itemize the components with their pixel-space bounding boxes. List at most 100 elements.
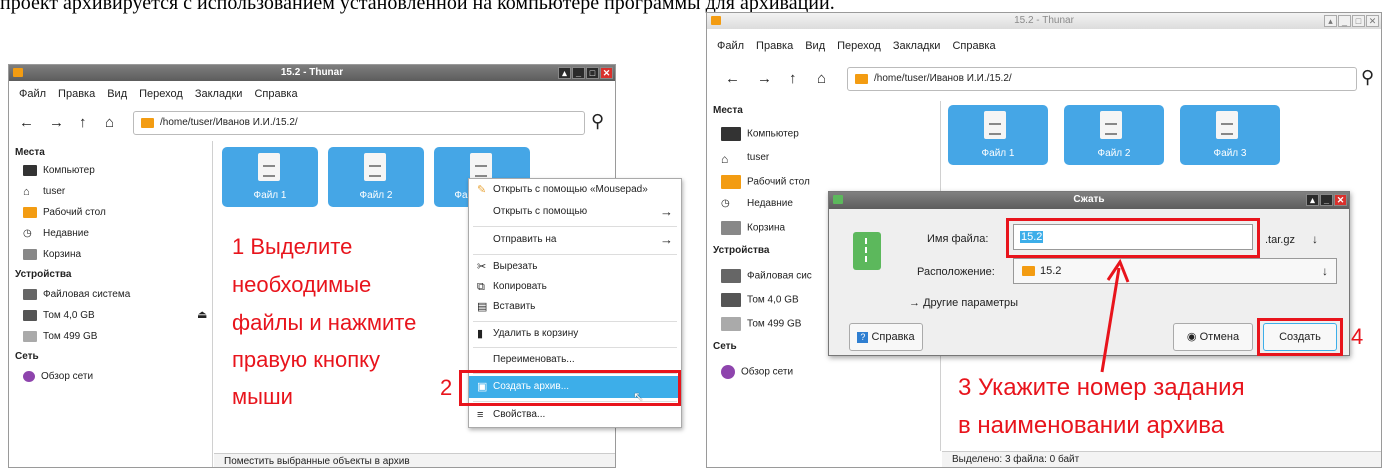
- sidebar-item-network[interactable]: Обзор сети: [23, 371, 93, 382]
- places-heading: Места: [15, 147, 45, 158]
- location-select[interactable]: 15.2 ↓: [1013, 258, 1337, 284]
- step1-line: 1 Выделите: [232, 234, 353, 259]
- sidebar-item-filesystem[interactable]: Файловая система: [23, 289, 130, 300]
- scissors-icon: ✂: [477, 261, 487, 273]
- menu-bookmarks[interactable]: Закладки: [195, 88, 243, 100]
- forward-icon[interactable]: →: [49, 114, 64, 131]
- minimize-button[interactable]: _: [572, 67, 585, 79]
- search-icon[interactable]: ⚲: [1361, 67, 1374, 88]
- menu-item-properties[interactable]: ≡ Свойства...: [469, 404, 681, 426]
- window-title: 15.2 - Thunar: [1014, 15, 1074, 26]
- maximize-button[interactable]: □: [586, 67, 599, 79]
- file-item[interactable]: Файл 1: [948, 105, 1048, 165]
- sidebar-item-home[interactable]: ⌂ tuser: [23, 186, 65, 198]
- search-icon[interactable]: ⚲: [591, 111, 604, 132]
- location-bar[interactable]: /home/tuser/Иванов И.И./15.2/: [133, 111, 585, 135]
- menu-view[interactable]: Вид: [107, 88, 127, 100]
- back-icon[interactable]: ←: [725, 70, 740, 87]
- help-icon: ?: [857, 331, 869, 343]
- file-item[interactable]: Файл 3: [1180, 105, 1280, 165]
- close-button[interactable]: ✕: [1334, 194, 1347, 206]
- menu-go[interactable]: Переход: [837, 40, 881, 52]
- minimize-button[interactable]: _: [1338, 15, 1351, 27]
- step1-line: правую кнопку: [232, 347, 380, 372]
- close-button[interactable]: ✕: [600, 67, 613, 79]
- menu-item-rename[interactable]: Переименовать...: [469, 349, 681, 371]
- menu-go[interactable]: Переход: [139, 88, 183, 100]
- close-button[interactable]: ✕: [1366, 15, 1379, 27]
- menu-bookmarks[interactable]: Закладки: [893, 40, 941, 52]
- clock-icon: ◷: [23, 228, 32, 239]
- document-icon: [1216, 111, 1238, 139]
- places-heading: Места: [713, 105, 743, 116]
- menu-item-open-mousepad[interactable]: ✎ Открыть с помощью «Mousepad»: [469, 179, 681, 201]
- sidebar-item-computer[interactable]: Компьютер: [721, 127, 799, 141]
- pencil-icon: ✎: [477, 184, 487, 196]
- menu-edit[interactable]: Правка: [756, 40, 793, 52]
- sidebar-item-desktop[interactable]: Рабочий стол: [23, 207, 106, 218]
- menu-item-copy[interactable]: ⧉ Копировать: [469, 276, 681, 298]
- status-bar: Выделено: 3 файла: 0 байт: [942, 451, 1381, 467]
- nav-bar: ← → ↑ ⌂ /home/tuser/Иванов И.И./15.2/ ⚲: [707, 65, 1381, 93]
- up-arrow-icon[interactable]: ↑: [79, 114, 87, 131]
- dialog-title: Сжать: [1073, 194, 1105, 205]
- nav-bar: ← → ↑ ⌂ /home/tuser/Иванов И.И./15.2/ ⚲: [9, 109, 615, 137]
- sidebar-item-trash[interactable]: Корзина: [721, 221, 785, 235]
- menu-item-trash[interactable]: ▮ Удалить в корзину: [469, 323, 681, 345]
- filename-label: Имя файла:: [927, 233, 989, 245]
- sidebar-item-volume-499gb[interactable]: Том 499 GB: [721, 317, 801, 331]
- more-options-expander[interactable]: → Другие параметры: [909, 297, 1018, 309]
- forward-icon[interactable]: →: [757, 70, 772, 87]
- sidebar-item-computer[interactable]: Компьютер: [23, 165, 95, 176]
- drive-icon: [23, 289, 37, 300]
- help-button[interactable]: ? Справка: [849, 323, 923, 351]
- up-icon[interactable]: ▴: [1324, 15, 1337, 27]
- cancel-button[interactable]: ◉ Отмена: [1173, 323, 1253, 351]
- menu-view[interactable]: Вид: [805, 40, 825, 52]
- menu-file[interactable]: Файл: [19, 88, 46, 100]
- menu-item-paste[interactable]: ▤ Вставить: [469, 296, 681, 318]
- home-icon[interactable]: ⌂: [105, 114, 114, 131]
- step1-line: необходимые: [232, 272, 372, 297]
- document-icon: [258, 153, 280, 181]
- menu-item-open-with[interactable]: Открыть с помощью →: [469, 201, 681, 223]
- up-icon[interactable]: ▴: [1306, 194, 1319, 206]
- highlight-box-filename: [1006, 218, 1260, 258]
- drive-icon: [721, 293, 741, 307]
- folder-icon: [855, 74, 868, 84]
- document-icon: [470, 153, 492, 181]
- menu-file[interactable]: Файл: [717, 40, 744, 52]
- step3-line: 3 Укажите номер задания: [958, 374, 1245, 401]
- sidebar-item-desktop[interactable]: Рабочий стол: [721, 175, 810, 189]
- devices-heading: Устройства: [713, 245, 770, 256]
- sidebar-item-volume-4gb[interactable]: Том 4,0 GB: [23, 310, 95, 321]
- sidebar-item-trash[interactable]: Корзина: [23, 249, 81, 260]
- sidebar-item-filesystem[interactable]: Файловая сис: [721, 269, 812, 283]
- menu-help[interactable]: Справка: [952, 40, 995, 52]
- paste-icon: ▤: [477, 301, 488, 313]
- file-item[interactable]: Файл 2: [1064, 105, 1164, 165]
- sidebar-item-home[interactable]: ⌂ tuser: [721, 152, 769, 166]
- maximize-button[interactable]: □: [1352, 15, 1365, 27]
- menu-item-send-to[interactable]: Отправить на →: [469, 229, 681, 251]
- back-icon[interactable]: ←: [19, 114, 34, 131]
- menu-edit[interactable]: Правка: [58, 88, 95, 100]
- extension-select[interactable]: .tar.gz ↓: [1265, 232, 1318, 246]
- sidebar-item-volume-4gb[interactable]: Том 4,0 GB: [721, 293, 799, 307]
- location-bar[interactable]: /home/tuser/Иванов И.И./15.2/: [847, 67, 1357, 91]
- home-icon[interactable]: ⌂: [817, 70, 826, 87]
- menu-item-cut[interactable]: ✂ Вырезать: [469, 256, 681, 278]
- sidebar-item-volume-499gb[interactable]: Том 499 GB: [23, 331, 97, 342]
- up-icon[interactable]: ▴: [558, 67, 571, 79]
- sidebar-item-network[interactable]: Обзор сети: [721, 365, 793, 379]
- up-arrow-icon[interactable]: ↑: [789, 70, 797, 87]
- menu-help[interactable]: Справка: [254, 88, 297, 100]
- divider: [473, 347, 677, 348]
- step2-label: 2: [440, 375, 453, 400]
- cancel-icon: ◉: [1186, 331, 1197, 343]
- minimize-button[interactable]: _: [1320, 194, 1333, 206]
- eject-icon[interactable]: ⏏: [197, 308, 207, 321]
- file-item[interactable]: Файл 1: [222, 147, 318, 207]
- sidebar-item-recent[interactable]: ◷ Недавние: [23, 228, 89, 239]
- sidebar-item-recent[interactable]: ◷ Недавние: [721, 198, 793, 209]
